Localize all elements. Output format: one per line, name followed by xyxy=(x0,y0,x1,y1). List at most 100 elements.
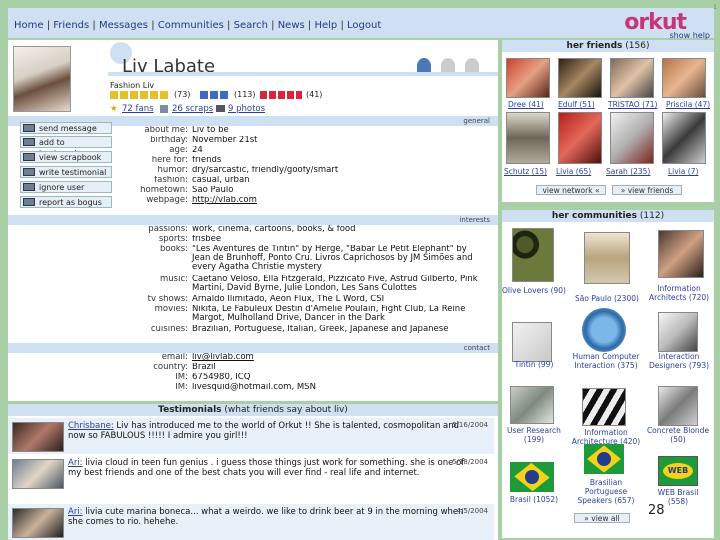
friend-name[interactable]: Livia xyxy=(668,167,685,176)
community-image[interactable] xyxy=(658,312,698,352)
nav-friends[interactable]: Friends xyxy=(53,20,89,31)
view-all-communities-button[interactable]: » view all xyxy=(574,513,630,523)
community-label[interactable]: Information Architects (720) xyxy=(644,284,714,302)
community-name[interactable]: Olive Lovers xyxy=(502,286,548,295)
field-row: email: liv@livlab.com xyxy=(88,353,488,362)
community-image[interactable] xyxy=(510,386,554,424)
field-key: tv shows: xyxy=(147,295,188,304)
friends-count: (156) xyxy=(625,41,650,51)
fans-link[interactable]: 72 fans xyxy=(122,104,154,114)
friend-name[interactable]: Sarah xyxy=(606,167,628,176)
button-label: view network xyxy=(542,186,593,195)
section-general-label: general xyxy=(463,117,490,125)
community-image[interactable] xyxy=(658,230,704,278)
nav-communities[interactable]: Communities xyxy=(158,20,224,31)
friend-photo[interactable] xyxy=(610,112,654,164)
community-count: (90) xyxy=(550,286,566,295)
friend-label[interactable]: Livia (7) xyxy=(668,167,698,176)
avatar xyxy=(12,508,64,538)
webpage-link[interactable]: http://vlab.com xyxy=(192,196,257,205)
community-label[interactable]: Human Computer Interaction (375) xyxy=(564,352,648,370)
testimonial-text: Ari: livia cloud in teen fun genius . i … xyxy=(68,458,468,478)
community-name[interactable]: São Paulo xyxy=(575,294,612,303)
photos-link[interactable]: 9 photos xyxy=(228,104,265,114)
community-label[interactable]: São Paulo (2300) xyxy=(570,294,644,303)
testimonials-title: Testimonials xyxy=(158,405,222,415)
field-value: São Paulo xyxy=(192,186,234,195)
friend-name[interactable]: Dree xyxy=(508,100,526,109)
friend-name[interactable]: Livia xyxy=(556,167,573,176)
community-image[interactable] xyxy=(658,386,698,426)
friend-name[interactable]: TRISTAO xyxy=(608,100,640,109)
community-name[interactable]: User Research xyxy=(507,426,561,435)
email-link[interactable]: liv@livlab.com xyxy=(192,353,254,362)
testimonial-date: 4/5/2004 xyxy=(456,507,488,515)
testimonial-author[interactable]: Ari: xyxy=(68,507,83,517)
community-label[interactable]: Tintin (99) xyxy=(502,360,566,369)
community-label[interactable]: Brasil (1052) xyxy=(502,495,566,504)
friend-name[interactable]: Schutz xyxy=(504,167,529,176)
nav-messages[interactable]: Messages xyxy=(99,20,148,31)
view-friends-button[interactable]: » view friends xyxy=(612,185,682,195)
scrapbook-icon xyxy=(23,153,35,161)
web-brasil-icon[interactable]: WEB xyxy=(658,456,698,486)
friend-label[interactable]: Schutz (15) xyxy=(504,167,547,176)
field-value: work, cinema, cartoons, books, & food xyxy=(192,225,356,234)
nav-search[interactable]: Search xyxy=(234,20,268,31)
community-label[interactable]: Interaction Designers (793) xyxy=(644,352,714,370)
community-label[interactable]: Concrete Blonde (50) xyxy=(646,426,710,444)
community-image[interactable] xyxy=(512,322,552,362)
field-value: Liv to be xyxy=(192,126,229,135)
brazil-flag-icon[interactable] xyxy=(510,462,554,492)
brazil-flag-icon[interactable] xyxy=(584,444,624,474)
show-help-link[interactable]: show help xyxy=(669,31,710,40)
community-label[interactable]: Brasilian Portuguese Speakers (657) xyxy=(568,478,644,505)
community-label[interactable]: Olive Lovers (90) xyxy=(502,286,566,295)
community-count: (720) xyxy=(688,293,710,302)
field-key: fashion: xyxy=(154,176,188,185)
friend-photo[interactable] xyxy=(558,112,602,164)
community-image[interactable] xyxy=(512,228,554,282)
community-name[interactable]: Tintin xyxy=(515,360,536,369)
field-row: country: Brazil xyxy=(88,363,488,372)
communities-header: her communities (112) xyxy=(502,210,714,222)
nav-news[interactable]: News xyxy=(278,20,305,31)
testimonial-author[interactable]: Chrisbane: xyxy=(68,421,114,431)
field-key: IM: xyxy=(175,373,188,382)
friend-label[interactable]: Dree (41) xyxy=(508,100,544,109)
hci-logo-icon[interactable] xyxy=(582,308,626,352)
friend-photo[interactable] xyxy=(662,112,706,164)
community-name[interactable]: Concrete Blonde xyxy=(647,426,709,435)
community-name[interactable]: WEB Brasil xyxy=(658,488,699,497)
testimonial-author[interactable]: Ari: xyxy=(68,458,83,468)
nav-help[interactable]: Help xyxy=(314,20,337,31)
friend-name[interactable]: Priscila xyxy=(666,100,692,109)
friend-label[interactable]: Priscila (47) xyxy=(666,100,710,109)
friend-label[interactable]: TRISTAO (71) xyxy=(608,100,657,109)
friend-name[interactable]: Edulf xyxy=(558,100,577,109)
friend-photo[interactable] xyxy=(558,58,602,98)
friend-label[interactable]: Edulf (51) xyxy=(558,100,595,109)
testimonials-header: Testimonials (what friends say about liv… xyxy=(8,404,498,416)
scraps-link[interactable]: 26 scraps xyxy=(172,104,213,114)
friend-photo[interactable] xyxy=(506,112,550,164)
friend-label[interactable]: Sarah (235) xyxy=(606,167,650,176)
community-image[interactable] xyxy=(582,388,626,426)
field-value: casual, urban xyxy=(192,176,250,185)
community-count: (199) xyxy=(523,435,545,444)
scraps-icon xyxy=(160,105,168,113)
friend-label[interactable]: Livia (65) xyxy=(556,167,591,176)
friend-photo[interactable] xyxy=(506,58,550,98)
friend-photo[interactable] xyxy=(610,58,654,98)
community-label[interactable]: User Research (199) xyxy=(502,426,566,444)
field-value: Arnaldo Ilimitado, Aeon Flux, The L Word… xyxy=(192,295,385,304)
friend-count: (235) xyxy=(630,167,651,176)
nav-logout[interactable]: Logout xyxy=(347,20,381,31)
friend-photo[interactable] xyxy=(662,58,706,98)
nav-home[interactable]: Home xyxy=(14,20,44,31)
view-network-button[interactable]: view network « xyxy=(536,185,606,195)
community-name[interactable]: Brasil xyxy=(510,495,531,504)
community-image[interactable] xyxy=(584,232,630,284)
flag-globe xyxy=(525,470,539,484)
hearts-icon xyxy=(260,91,302,99)
